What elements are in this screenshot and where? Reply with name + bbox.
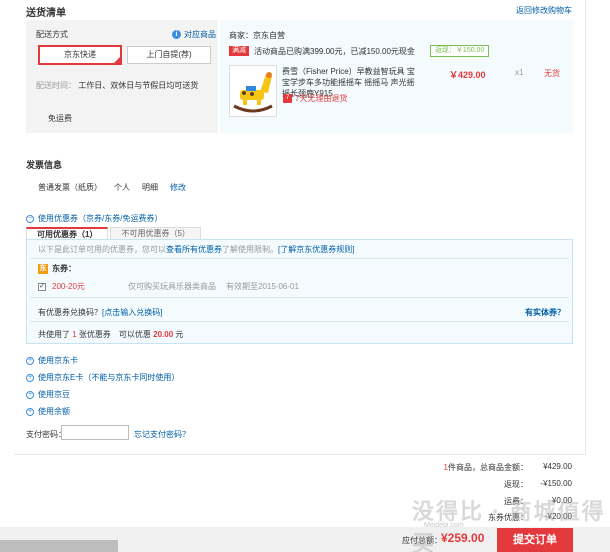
promo-row: 满减 活动商品已购满399.00元，已减150.00元现金 返现：￥150.00 (229, 45, 490, 57)
invoice-holder: 个人 (114, 183, 130, 192)
coupon-summary-count: 1 (72, 330, 77, 339)
tab-usable-label: 可用优惠券（1） (37, 230, 98, 239)
coupon-expire: 有效期至2015-06-01 (226, 282, 299, 291)
coupon-code-pre: 有优惠券兑换码？ (38, 308, 102, 317)
coupon-summary-pre: 共使用了 (38, 330, 70, 339)
total-items-value: ¥429.00 (543, 462, 572, 471)
delivery-time-value: 工作日、双休日与节假日均可送货 (78, 81, 199, 90)
view-all-coupons-link[interactable]: 查看所有优惠券 (166, 245, 222, 254)
use-jd-card-label: 使用京东卡 (38, 356, 78, 365)
product-quantity: x1 (515, 68, 524, 77)
bottom-strip (0, 540, 118, 552)
coupon-rules-link[interactable]: [了解京东优惠券规则] (278, 245, 354, 254)
invoice-edit-link[interactable]: 修改 (170, 182, 186, 193)
plus-icon: + (26, 356, 34, 365)
info-icon: i (172, 30, 181, 39)
divider (30, 297, 569, 298)
use-jd-bean-label: 使用京豆 (38, 390, 70, 399)
seller-name: 商家：京东自营 (229, 31, 285, 40)
jd-express-option[interactable]: 京东快递 (38, 45, 122, 65)
free-shipping-text: 免运费 (48, 114, 72, 123)
invoice-type: 普通发票（纸质） (38, 183, 102, 192)
coupon-desc: 仅可购买玩具乐器类商品 (128, 282, 216, 291)
real-coupon-link[interactable]: 有实体券？ (525, 307, 565, 318)
return-to-cart-link[interactable]: 返回修改购物车 (516, 5, 572, 16)
invoice-title: 发票信息 (26, 160, 63, 170)
delivery-time-label: 配送时间： (36, 81, 76, 90)
delivery-time: 配送时间： 工作日、双休日与节假日均可送货 (36, 80, 198, 91)
use-balance-label: 使用余额 (38, 407, 70, 416)
coupon-summary-amount: 20.00 (153, 330, 174, 339)
return-policy: 7 7天无理由退货 (283, 93, 347, 104)
divider (30, 258, 569, 259)
cashback-label: 返现： (504, 480, 528, 489)
product-stock-status: 无货 (544, 69, 560, 78)
use-balance-toggle[interactable]: + 使用余额 (26, 406, 70, 417)
plus-icon: + (26, 390, 34, 399)
promo-tag: 满减 (229, 46, 249, 56)
dong-coupon-icon: 东 (38, 263, 48, 274)
divider (30, 321, 569, 322)
coupon-code-row: 有优惠券兑换码？[点击输入兑换码] (38, 307, 162, 318)
total-items-text: 件商品，总商品金额： (448, 463, 528, 472)
seven-day-return-icon: 7 (283, 94, 292, 103)
forgot-password-link[interactable]: 忘记支付密码？ (134, 429, 190, 440)
return-policy-text: 7天无理由退货 (295, 94, 348, 103)
tab-unusable-label: 不可用优惠券（5） (121, 229, 190, 238)
use-jd-bean-toggle[interactable]: + 使用京豆 (26, 389, 70, 400)
coupon-tip-mid: 了解使用限制。 (222, 245, 278, 254)
coupon-head-label: 使用优惠券（京券/东券/免运费券） (38, 214, 163, 223)
coupon-checkbox[interactable]: ✓ (38, 282, 46, 291)
invoice-content: 明细 (142, 183, 158, 192)
plus-icon: + (26, 407, 34, 416)
coupon-tip: 以下是此订单可用的优惠券，您可以查看所有优惠券了解使用限制。[了解京东优惠券规则… (38, 244, 354, 255)
dong-coupon-text: 东券： (52, 264, 76, 273)
coupon-item: ✓ 200-20元 仅可购买玩具乐器类商品 有效期至2015-06-01 (38, 281, 299, 292)
plus-icon: + (26, 373, 34, 382)
promo-saved-badge: 返现：￥150.00 (429, 45, 490, 57)
coupon-tip-pre: 以下是此订单可用的优惠券，您可以 (38, 245, 166, 254)
coupon-summary-unit: 元 (175, 330, 184, 339)
total-items-label: 1件商品，总商品金额： (444, 462, 528, 473)
dong-coupon-label: 东 东券： (38, 263, 76, 274)
cashback-value: -¥150.00 (540, 479, 572, 488)
watermark-url: Meidebi.com (424, 522, 464, 529)
invoice-row: 普通发票（纸质） 个人 明细 修改 (38, 182, 186, 193)
rocking-horse-icon (233, 72, 273, 113)
use-jd-ecard-toggle[interactable]: + 使用京东E卡（不能与京东卡同时使用） (26, 372, 179, 383)
coupon-summary-mid: 张优惠券 可以优惠 (78, 330, 151, 339)
pay-password-input[interactable] (61, 425, 129, 440)
shipping-method-label: 配送方式 (36, 30, 68, 39)
coupon-summary: 共使用了 1 张优惠券 可以优惠 20.00 元 (38, 329, 183, 340)
self-pickup-option[interactable]: 上门自提(荐) (127, 46, 211, 64)
use-jd-ecard-label: 使用京东E卡（不能与京东卡同时使用） (38, 373, 180, 382)
shipping-help[interactable]: i 对应商品 (172, 29, 216, 40)
coupon-toggle[interactable]: − 使用优惠券（京券/东券/免运费券） (26, 213, 162, 224)
promo-text: 活动商品已购满399.00元，已减150.00元现金 (254, 46, 415, 56)
coupon-amount: 200-20元 (52, 282, 85, 291)
pay-password-label: 支付密码： (26, 430, 66, 439)
use-jd-card-toggle[interactable]: + 使用京东卡 (26, 355, 78, 366)
enter-coupon-code-link[interactable]: [点击输入兑换码] (102, 308, 162, 317)
shipping-help-link[interactable]: 对应商品 (184, 29, 216, 40)
product-price: ￥429.00 (449, 70, 486, 80)
product-image[interactable] (229, 65, 277, 117)
minus-icon: − (26, 214, 34, 223)
delivery-list-title: 送货清单 (26, 8, 66, 19)
